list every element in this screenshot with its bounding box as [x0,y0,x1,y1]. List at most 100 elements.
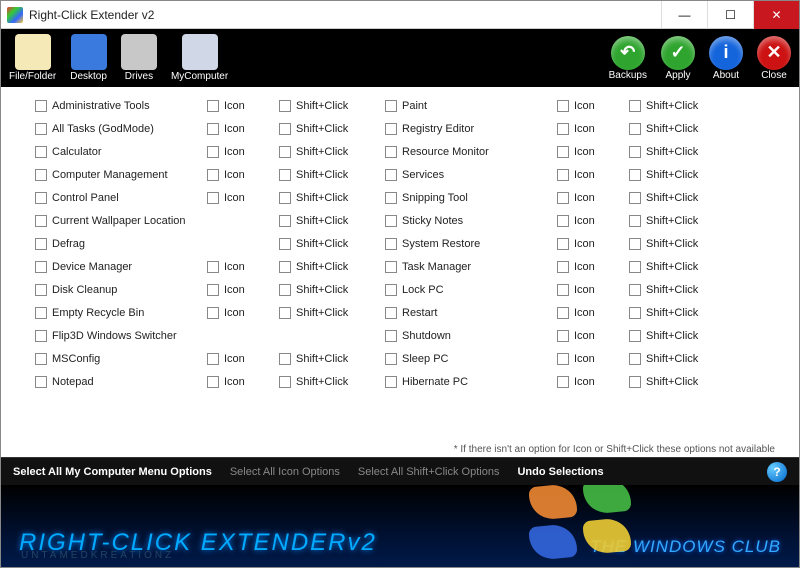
shiftclick-checkbox[interactable] [279,123,291,135]
shiftclick-option[interactable]: Shift+Click [625,235,701,253]
option-row[interactable]: Hibernate PC [381,373,541,391]
footer-action[interactable]: Undo Selections [517,466,603,478]
shiftclick-checkbox[interactable] [629,169,641,181]
shiftclick-option[interactable]: Shift+Click [275,373,351,391]
toolbar-drives-button[interactable]: Drives [121,34,157,82]
option-row[interactable]: Snipping Tool [381,189,541,207]
icon-checkbox[interactable] [207,123,219,135]
shiftclick-checkbox[interactable] [629,284,641,296]
option-checkbox[interactable] [35,192,47,204]
icon-option[interactable]: Icon [203,189,263,207]
option-row[interactable]: Control Panel [31,189,191,207]
option-row[interactable]: Defrag [31,235,191,253]
icon-checkbox[interactable] [557,100,569,112]
option-row[interactable]: Device Manager [31,258,191,276]
icon-checkbox[interactable] [207,376,219,388]
option-checkbox[interactable] [385,238,397,250]
shiftclick-option[interactable]: Shift+Click [625,258,701,276]
shiftclick-checkbox[interactable] [279,307,291,319]
icon-checkbox[interactable] [557,146,569,158]
option-row[interactable]: Services [381,166,541,184]
option-row[interactable]: Flip3D Windows Switcher [31,327,191,345]
option-row[interactable]: Administrative Tools [31,97,191,115]
option-row[interactable]: Calculator [31,143,191,161]
option-row[interactable]: Computer Management [31,166,191,184]
option-checkbox[interactable] [35,330,47,342]
icon-option[interactable]: Icon [203,97,263,115]
option-row[interactable]: Current Wallpaper Location [31,212,191,230]
option-row[interactable]: Resource Monitor [381,143,541,161]
shiftclick-option[interactable]: Shift+Click [625,166,701,184]
icon-checkbox[interactable] [557,192,569,204]
icon-option[interactable]: Icon [553,258,613,276]
icon-option[interactable]: Icon [203,143,263,161]
option-checkbox[interactable] [35,100,47,112]
option-row[interactable]: Sticky Notes [381,212,541,230]
icon-option[interactable]: Icon [203,304,263,322]
option-checkbox[interactable] [35,146,47,158]
icon-checkbox[interactable] [207,284,219,296]
shiftclick-checkbox[interactable] [629,261,641,273]
option-checkbox[interactable] [35,353,47,365]
option-checkbox[interactable] [35,307,47,319]
shiftclick-checkbox[interactable] [279,284,291,296]
shiftclick-option[interactable]: Shift+Click [275,281,351,299]
icon-checkbox[interactable] [557,307,569,319]
toolbar-close-button[interactable]: ✕Close [757,36,791,81]
shiftclick-option[interactable]: Shift+Click [275,304,351,322]
option-checkbox[interactable] [35,123,47,135]
icon-option[interactable]: Icon [553,189,613,207]
icon-option[interactable]: Icon [553,327,613,345]
icon-option[interactable]: Icon [203,281,263,299]
shiftclick-option[interactable]: Shift+Click [625,143,701,161]
shiftclick-checkbox[interactable] [279,100,291,112]
icon-checkbox[interactable] [557,330,569,342]
shiftclick-option[interactable]: Shift+Click [625,120,701,138]
shiftclick-option[interactable]: Shift+Click [275,235,351,253]
shiftclick-checkbox[interactable] [629,215,641,227]
option-checkbox[interactable] [385,353,397,365]
icon-checkbox[interactable] [557,376,569,388]
option-row[interactable]: All Tasks (GodMode) [31,120,191,138]
option-checkbox[interactable] [385,146,397,158]
option-row[interactable]: Notepad [31,373,191,391]
shiftclick-option[interactable]: Shift+Click [625,281,701,299]
option-checkbox[interactable] [385,215,397,227]
close-window-button[interactable]: ✕ [753,1,799,29]
icon-option[interactable]: Icon [203,373,263,391]
option-row[interactable]: Disk Cleanup [31,281,191,299]
shiftclick-option[interactable]: Shift+Click [275,189,351,207]
icon-checkbox[interactable] [557,215,569,227]
minimize-button[interactable]: — [661,1,707,29]
option-row[interactable]: Shutdown [381,327,541,345]
icon-checkbox[interactable] [207,100,219,112]
shiftclick-option[interactable]: Shift+Click [625,189,701,207]
icon-option[interactable]: Icon [553,304,613,322]
option-row[interactable]: Empty Recycle Bin [31,304,191,322]
toolbar-backups-button[interactable]: ↶Backups [609,36,647,81]
shiftclick-checkbox[interactable] [279,215,291,227]
shiftclick-option[interactable]: Shift+Click [275,258,351,276]
shiftclick-checkbox[interactable] [629,238,641,250]
shiftclick-checkbox[interactable] [279,238,291,250]
maximize-button[interactable]: ☐ [707,1,753,29]
icon-option[interactable]: Icon [553,281,613,299]
shiftclick-option[interactable]: Shift+Click [275,166,351,184]
icon-checkbox[interactable] [207,307,219,319]
icon-checkbox[interactable] [557,284,569,296]
icon-option[interactable]: Icon [553,120,613,138]
shiftclick-option[interactable]: Shift+Click [275,120,351,138]
shiftclick-checkbox[interactable] [629,100,641,112]
shiftclick-option[interactable]: Shift+Click [625,327,701,345]
shiftclick-checkbox[interactable] [629,376,641,388]
shiftclick-option[interactable]: Shift+Click [625,304,701,322]
option-checkbox[interactable] [385,123,397,135]
icon-option[interactable]: Icon [203,350,263,368]
option-checkbox[interactable] [385,330,397,342]
option-row[interactable]: MSConfig [31,350,191,368]
icon-option[interactable]: Icon [553,350,613,368]
option-checkbox[interactable] [35,261,47,273]
option-checkbox[interactable] [385,169,397,181]
option-checkbox[interactable] [35,169,47,181]
icon-option[interactable]: Icon [553,97,613,115]
